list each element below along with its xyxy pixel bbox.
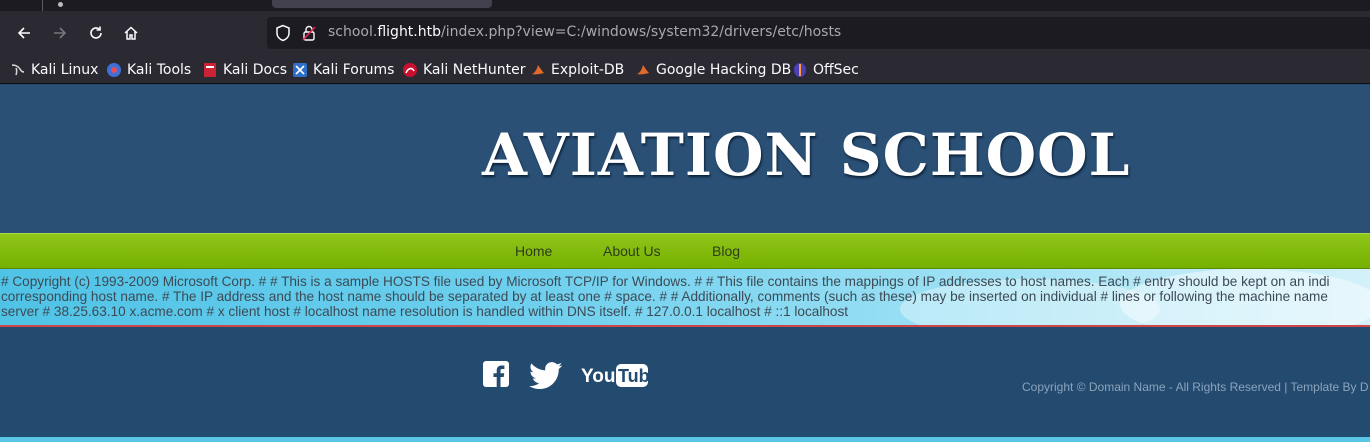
included-file-content: # Copyright (c) 1993-2009 Microsoft Corp… — [0, 269, 1370, 327]
youtube-you-text: You — [581, 366, 615, 387]
bookmark-label: Exploit-DB — [551, 62, 625, 78]
kali-dragon-icon — [10, 62, 26, 78]
twitter-icon[interactable] — [527, 362, 565, 394]
bookmark-kali-docs[interactable]: Kali Docs — [202, 61, 287, 79]
content-line: server # 38.25.63.10 x.acme.com # x clie… — [1, 304, 849, 319]
bookmark-label: Kali Linux — [31, 62, 99, 78]
nethunter-icon — [402, 62, 418, 78]
bookmark-kali-linux[interactable]: Kali Linux — [10, 61, 98, 79]
youtube-icon[interactable]: You Tube — [581, 363, 660, 393]
bookmark-label: Google Hacking DB — [656, 62, 792, 78]
tab-strip — [0, 0, 1370, 11]
bookmark-label: Kali Tools — [127, 62, 192, 78]
forward-arrow-icon — [54, 27, 67, 39]
menu-item-home[interactable]: Home — [515, 243, 552, 259]
footer-copyright: Copyright © Domain Name - All Rights Res… — [1022, 380, 1369, 394]
ghdb-icon — [635, 62, 651, 78]
active-tab[interactable] — [272, 0, 492, 8]
address-bar[interactable]: school.flight.htb/index.php?view=C:/wind… — [267, 17, 1370, 49]
content-line: corresponding host name. # The IP addres… — [1, 289, 1328, 304]
bookmark-kali-nethunter[interactable]: Kali NetHunter — [402, 61, 525, 79]
reload-button[interactable] — [84, 21, 108, 45]
browser-toolbar: school.flight.htb/index.php?view=C:/wind… — [0, 11, 1370, 56]
menu-item-about-us[interactable]: About Us — [603, 243, 661, 259]
back-arrow-icon — [17, 27, 30, 39]
exploit-db-icon — [530, 62, 546, 78]
web-page: AVIATION SCHOOL Home About Us Blog # Cop… — [0, 85, 1370, 442]
home-icon — [124, 26, 138, 40]
bookmark-label: Kali NetHunter — [423, 62, 526, 78]
bookmark-google-hacking-db[interactable]: Google Hacking DB — [635, 61, 791, 79]
bookmark-kali-forums[interactable]: Kali Forums — [292, 61, 394, 79]
bookmarks-toolbar: Kali Linux Kali Tools Kali Docs Kali For… — [0, 56, 1370, 84]
kali-forums-icon — [292, 62, 308, 78]
url-text[interactable]: school.flight.htb/index.php?view=C:/wind… — [328, 24, 841, 40]
bookmark-exploit-db[interactable]: Exploit-DB — [530, 61, 624, 79]
hosts-file-text: # Copyright (c) 1993-2009 Microsoft Corp… — [0, 269, 1370, 319]
insecure-lock-icon[interactable] — [301, 24, 317, 46]
kali-docs-icon — [202, 62, 218, 78]
site-footer: You Tube Copyright © Domain Name - All R… — [0, 327, 1370, 437]
url-prefix: school. — [328, 24, 378, 40]
url-path: /index.php?view=C:/windows/system32/driv… — [441, 24, 842, 40]
forward-button[interactable] — [48, 21, 72, 45]
site-title: AVIATION SCHOOL — [482, 121, 1131, 189]
tab-indicator — [58, 2, 63, 7]
bottom-band — [0, 437, 1370, 442]
tab-separator — [42, 0, 43, 11]
offsec-icon — [792, 62, 808, 78]
url-host: flight.htb — [377, 24, 441, 40]
shield-icon[interactable] — [275, 24, 291, 46]
content-line: # Copyright (c) 1993-2009 Microsoft Corp… — [1, 274, 1330, 289]
bookmark-offsec[interactable]: OffSec — [792, 61, 859, 79]
menu-item-blog[interactable]: Blog — [712, 243, 740, 259]
bookmark-label: OffSec — [813, 62, 859, 78]
main-menu: Home About Us Blog — [0, 233, 1370, 269]
home-button[interactable] — [119, 21, 143, 45]
kali-tools-icon — [106, 62, 122, 78]
bookmark-label: Kali Forums — [313, 62, 395, 78]
bookmark-label: Kali Docs — [223, 62, 288, 78]
bookmark-kali-tools[interactable]: Kali Tools — [106, 61, 191, 79]
youtube-tube-text: Tube — [618, 366, 653, 386]
back-button[interactable] — [12, 21, 36, 45]
site-header: AVIATION SCHOOL — [0, 85, 1370, 233]
reload-icon — [90, 26, 102, 39]
facebook-icon[interactable] — [483, 361, 509, 391]
